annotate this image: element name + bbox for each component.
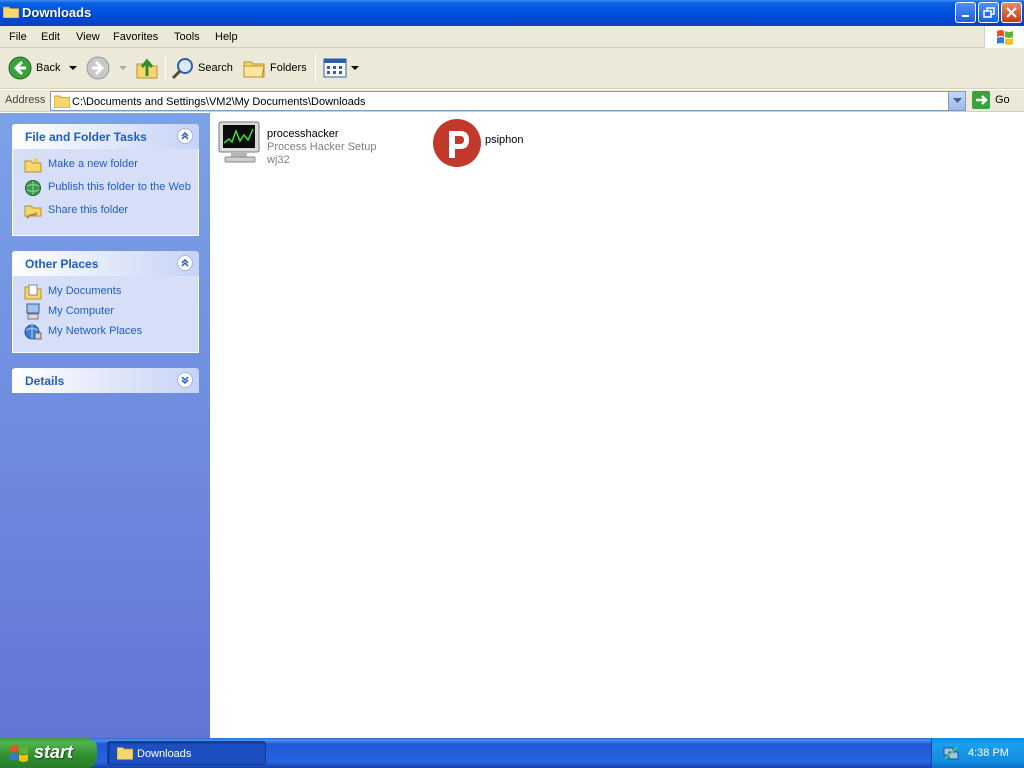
process-hacker-icon	[216, 119, 268, 171]
chevron-down-icon[interactable]	[118, 65, 128, 71]
address-path: C:\Documents and Settings\VM2\My Documen…	[72, 96, 366, 108]
new-folder-icon	[24, 156, 42, 174]
minimize-button[interactable]	[955, 2, 976, 23]
network-places-icon	[24, 323, 42, 341]
panel-title: File and Folder Tasks	[25, 130, 147, 144]
taskbar: start Downloads 4:38 PM	[0, 738, 1024, 768]
file-list[interactable]: processhacker Process Hacker Setup wj32 …	[210, 113, 1024, 738]
up-folder-icon	[136, 58, 158, 79]
chevron-down-icon[interactable]	[350, 65, 360, 71]
chevron-up-icon[interactable]	[177, 255, 193, 271]
folders-label: Folders	[270, 62, 307, 74]
file-company: wj32	[267, 154, 290, 166]
panel-header[interactable]: File and Folder Tasks	[12, 124, 199, 149]
toolbar-separator	[165, 54, 166, 82]
toolbar: Back Search Folders	[0, 48, 1024, 89]
system-tray: 4:38 PM	[931, 738, 1024, 768]
address-input[interactable]: C:\Documents and Settings\VM2\My Documen…	[50, 91, 966, 111]
panel-header[interactable]: Other Places	[12, 251, 199, 276]
link-label: Publish this folder to the Web	[48, 181, 191, 193]
file-description: Process Hacker Setup	[267, 141, 377, 153]
menu-bar: File Edit View Favorites Tools Help	[0, 26, 1024, 48]
menu-file[interactable]: File	[9, 31, 27, 43]
folder-icon	[53, 95, 71, 111]
panel-header[interactable]: Details	[12, 368, 199, 393]
menu-view[interactable]: View	[76, 31, 100, 43]
panel-title: Other Places	[25, 257, 99, 271]
menu-favorites[interactable]: Favorites	[113, 31, 158, 43]
toolbar-separator	[315, 54, 316, 82]
other-places-panel: Other Places My Documents My Computer My…	[12, 251, 199, 353]
folder-icon	[116, 746, 134, 763]
file-name: psiphon	[485, 134, 524, 146]
window-title: Downloads	[22, 5, 92, 20]
menu-help[interactable]: Help	[215, 31, 238, 43]
folders-icon	[243, 61, 265, 78]
task-pane: File and Folder Tasks Make a new folder …	[0, 113, 210, 738]
publish-web-icon	[24, 179, 42, 197]
search-button[interactable]: Search	[171, 52, 233, 84]
make-new-folder-link[interactable]: Make a new folder	[13, 155, 198, 175]
panel-title: Details	[25, 374, 65, 388]
start-button[interactable]: start	[0, 738, 97, 768]
my-computer-link[interactable]: My Computer	[13, 302, 198, 322]
go-arrow-icon	[972, 91, 990, 109]
search-icon	[171, 58, 193, 80]
back-button[interactable]: Back	[8, 52, 78, 84]
taskbar-button-downloads[interactable]: Downloads	[107, 741, 266, 765]
my-documents-icon	[24, 283, 42, 301]
address-label: Address	[5, 94, 46, 106]
title-bar[interactable]: Downloads	[0, 0, 1024, 26]
link-label: My Computer	[48, 305, 115, 317]
link-label: My Documents	[48, 285, 122, 297]
close-button[interactable]	[1001, 2, 1022, 23]
link-label: Share this folder	[48, 204, 129, 216]
network-places-link[interactable]: My Network Places	[13, 322, 198, 342]
file-folder-tasks-panel: File and Folder Tasks Make a new folder …	[12, 124, 199, 236]
chevron-down-icon[interactable]	[177, 372, 193, 388]
chevron-up-icon[interactable]	[177, 128, 193, 144]
views-icon	[323, 58, 347, 78]
restore-button[interactable]	[978, 2, 999, 23]
forward-button[interactable]	[86, 52, 128, 84]
clock[interactable]: 4:38 PM	[968, 747, 1009, 759]
my-documents-link[interactable]: My Documents	[13, 282, 198, 302]
file-name: processhacker	[267, 128, 339, 140]
go-label: Go	[995, 94, 1010, 106]
search-label: Search	[198, 62, 233, 74]
menu-edit[interactable]: Edit	[41, 31, 60, 43]
chevron-down-icon[interactable]	[68, 65, 78, 71]
network-status-icon[interactable]	[943, 745, 959, 764]
file-item-psiphon[interactable]: psiphon	[432, 118, 552, 170]
folder-icon	[2, 6, 20, 19]
address-dropdown-button[interactable]	[948, 92, 965, 110]
go-button[interactable]: Go	[972, 91, 1010, 109]
chevron-down-icon	[952, 98, 962, 103]
share-folder-icon	[24, 202, 42, 220]
menu-tools[interactable]: Tools	[174, 31, 200, 43]
windows-logo-icon	[984, 26, 1024, 48]
windows-logo-icon	[9, 744, 29, 767]
forward-arrow-icon	[86, 56, 110, 80]
link-label: My Network Places	[48, 325, 143, 337]
address-bar: Address C:\Documents and Settings\VM2\My…	[0, 90, 1024, 112]
up-folder-button[interactable]	[135, 52, 159, 84]
details-panel: Details	[12, 368, 199, 393]
back-arrow-icon	[8, 56, 32, 80]
start-label: start	[34, 742, 74, 762]
psiphon-icon	[432, 118, 484, 170]
share-folder-link[interactable]: Share this folder	[13, 201, 198, 221]
my-computer-icon	[24, 303, 42, 321]
taskbar-button-label: Downloads	[137, 748, 192, 760]
link-label: Make a new folder	[48, 158, 138, 170]
publish-web-link[interactable]: Publish this folder to the Web	[13, 178, 198, 198]
folders-button[interactable]: Folders	[242, 52, 307, 84]
views-button[interactable]	[323, 52, 360, 84]
file-item-processhacker[interactable]: processhacker Process Hacker Setup wj32	[216, 119, 396, 171]
back-label: Back	[36, 62, 61, 74]
